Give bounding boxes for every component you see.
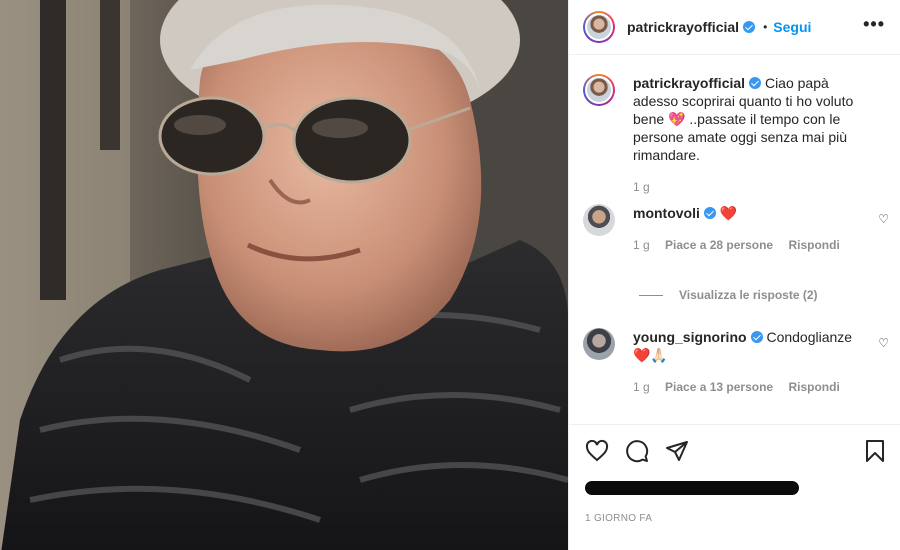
commenter-avatar[interactable] xyxy=(583,328,615,360)
heart-icon[interactable] xyxy=(585,439,609,463)
author-username[interactable]: patrickrayofficial xyxy=(627,19,739,35)
comment-item: young_signorino Condoglianze ❤️🙏🏻 1 g Pi… xyxy=(583,328,887,396)
comment-icon[interactable] xyxy=(625,439,649,463)
view-replies-button[interactable]: Visualizza le risposte (2) xyxy=(639,288,818,302)
comment-text: ❤️ xyxy=(719,205,738,221)
verified-badge-icon xyxy=(749,77,762,89)
photo-illustration xyxy=(0,0,568,550)
caption-avatar[interactable] xyxy=(583,74,615,106)
comment-username[interactable]: young_signorino xyxy=(633,329,747,345)
caption-age[interactable]: 1 g xyxy=(633,180,650,194)
comments-list[interactable]: patrickrayofficial Ciao papà adesso scop… xyxy=(569,56,900,424)
caption: patrickrayofficial Ciao papà adesso scop… xyxy=(583,74,887,196)
author-avatar[interactable] xyxy=(583,11,615,43)
post-date[interactable]: 1 GIORNO FA xyxy=(585,513,652,524)
caption-username[interactable]: patrickrayofficial xyxy=(633,75,745,91)
post-header: patrickrayofficial • Segui ••• xyxy=(569,0,900,55)
bookmark-icon[interactable] xyxy=(863,439,887,463)
separator-dot: • xyxy=(763,20,768,34)
comment-likes[interactable]: Piace a 13 persone xyxy=(665,380,773,394)
comment-age[interactable]: 1 g xyxy=(633,238,650,252)
comment-like-heart-icon[interactable]: ♡ xyxy=(878,336,889,350)
instagram-post: patrickrayofficial • Segui ••• patrickra… xyxy=(0,0,900,550)
comment-username[interactable]: montovoli xyxy=(633,205,700,221)
likes-count-redacted[interactable] xyxy=(585,481,799,495)
more-options-icon[interactable]: ••• xyxy=(863,14,885,35)
action-bar: 1 GIORNO FA xyxy=(569,424,900,550)
comment-item: montovoli ❤️ 1 g Piace a 28 persone Risp… xyxy=(583,204,887,254)
follow-button[interactable]: Segui xyxy=(773,19,811,35)
post-sidebar: patrickrayofficial • Segui ••• patrickra… xyxy=(568,0,900,550)
verified-badge-icon xyxy=(703,207,716,219)
comment-age[interactable]: 1 g xyxy=(633,380,650,394)
reply-button[interactable]: Rispondi xyxy=(788,238,839,252)
verified-badge-icon xyxy=(750,331,763,343)
verified-badge-icon xyxy=(743,21,756,33)
share-icon[interactable] xyxy=(665,439,689,463)
reply-button[interactable]: Rispondi xyxy=(788,380,839,394)
commenter-avatar[interactable] xyxy=(583,204,615,236)
post-photo[interactable] xyxy=(0,0,568,550)
comment-like-heart-icon[interactable]: ♡ xyxy=(878,212,889,226)
comment-likes[interactable]: Piace a 28 persone xyxy=(665,238,773,252)
